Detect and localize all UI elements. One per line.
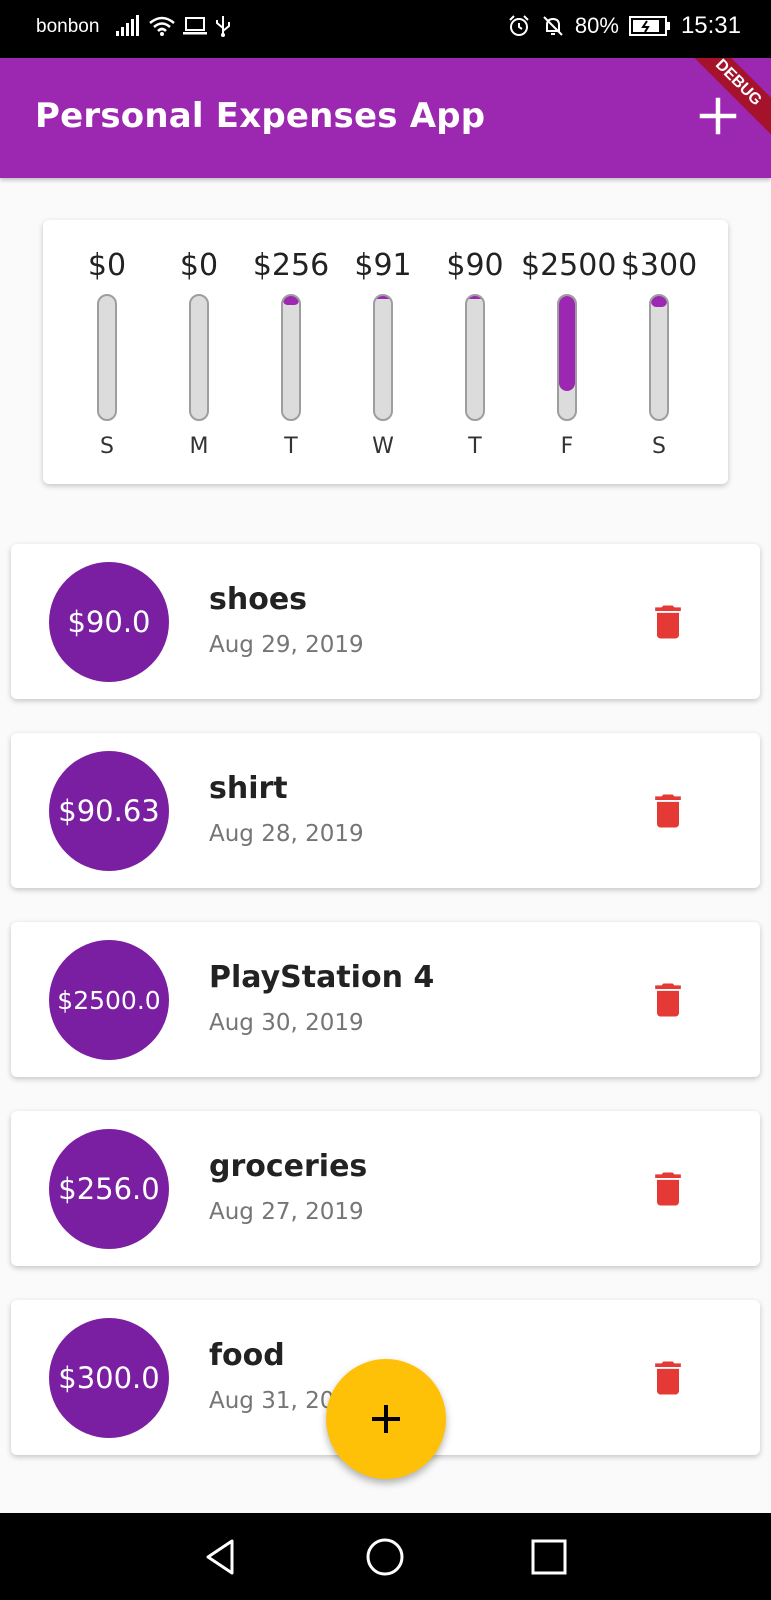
amount-avatar: $90.0 [49, 562, 169, 682]
transaction-card: $90.0 shoes Aug 29, 2019 [11, 544, 760, 699]
transaction-card: $90.63 shirt Aug 28, 2019 [11, 733, 760, 888]
bar-amount: $0 [87, 248, 127, 283]
transaction-title: shoes [209, 582, 308, 617]
bar-track [189, 294, 209, 421]
weekly-chart: $0 S $0 M $256 T $91 W $90 T $2500 F $30… [43, 220, 728, 484]
status-bar: bonbon 80% 15:31 [0, 0, 771, 58]
amount-avatar: $300.0 [49, 1318, 169, 1438]
back-icon [206, 1539, 234, 1575]
bar-track [649, 294, 669, 421]
transaction-title: shirt [209, 771, 288, 806]
bar-day-label: T [284, 434, 298, 459]
bar-amount: $90 [446, 248, 504, 283]
signal-icon [116, 15, 139, 36]
app-bar: Personal Expenses App DEBUG [0, 58, 771, 178]
bar-track [465, 294, 485, 421]
bar-fill [375, 296, 391, 299]
home-icon [366, 1538, 404, 1576]
chart-bar: $256 T [245, 220, 337, 484]
delete-button[interactable] [646, 1167, 690, 1211]
laptop-icon [183, 17, 207, 35]
bar-amount: $2500 [521, 248, 617, 283]
chart-bar: $300 S [613, 220, 705, 484]
transaction-title: food [209, 1338, 285, 1373]
bar-track [97, 294, 117, 421]
plus-icon [372, 1405, 400, 1433]
carrier-label: bonbon [36, 16, 100, 37]
home-button[interactable] [361, 1533, 409, 1581]
delete-button[interactable] [646, 1356, 690, 1400]
chart-bar: $0 S [61, 220, 153, 484]
delete-button[interactable] [646, 600, 690, 644]
bar-fill [467, 296, 483, 299]
trash-icon [655, 983, 681, 1017]
bar-day-label: S [652, 434, 666, 459]
delete-button[interactable] [646, 978, 690, 1022]
bar-fill [559, 296, 575, 391]
transaction-date: Aug 29, 2019 [209, 632, 364, 658]
wifi-icon [149, 16, 175, 36]
bell-off-icon [543, 16, 563, 36]
trash-icon [655, 605, 681, 639]
bar-day-label: F [560, 434, 574, 459]
back-button[interactable] [198, 1533, 246, 1581]
bar-day-label: W [372, 434, 394, 459]
chart-bar: $91 W [337, 220, 429, 484]
transaction-date: Aug 27, 2019 [209, 1199, 364, 1225]
system-nav-bar [0, 1513, 771, 1600]
transaction-card: $2500.0 PlayStation 4 Aug 30, 2019 [11, 922, 760, 1077]
bar-track [373, 294, 393, 421]
delete-button[interactable] [646, 789, 690, 833]
usb-icon [216, 16, 230, 37]
bar-fill [651, 296, 667, 307]
chart-bar: $90 T [429, 220, 521, 484]
amount-avatar: $90.63 [49, 751, 169, 871]
amount-avatar: $2500.0 [49, 940, 169, 1060]
alarm-icon [509, 15, 529, 36]
recents-icon [531, 1539, 567, 1575]
app-title: Personal Expenses App [35, 96, 486, 136]
bar-day-label: M [189, 434, 209, 459]
trash-icon [655, 794, 681, 828]
transaction-title: groceries [209, 1149, 368, 1184]
trash-icon [655, 1361, 681, 1395]
bar-amount: $91 [354, 248, 412, 283]
battery-charging-icon [628, 16, 670, 36]
recents-button[interactable] [525, 1533, 573, 1581]
bar-track [281, 294, 301, 421]
transaction-card: $256.0 groceries Aug 27, 2019 [11, 1111, 760, 1266]
fab-add-button[interactable] [326, 1359, 446, 1479]
trash-icon [655, 1172, 681, 1206]
bar-track [557, 294, 577, 421]
clock: 15:31 [680, 12, 741, 39]
transaction-title: PlayStation 4 [209, 960, 435, 995]
bar-amount: $256 [252, 248, 330, 283]
bar-amount: $300 [620, 248, 698, 283]
bar-fill [283, 296, 299, 305]
chart-bar: $0 M [153, 220, 245, 484]
battery-percent: 80% [574, 13, 619, 38]
bar-amount: $0 [179, 248, 219, 283]
transaction-date: Aug 28, 2019 [209, 821, 364, 847]
bar-day-label: T [468, 434, 482, 459]
bar-day-label: S [100, 434, 114, 459]
transaction-date: Aug 30, 2019 [209, 1010, 364, 1036]
amount-avatar: $256.0 [49, 1129, 169, 1249]
chart-bar: $2500 F [521, 220, 617, 484]
